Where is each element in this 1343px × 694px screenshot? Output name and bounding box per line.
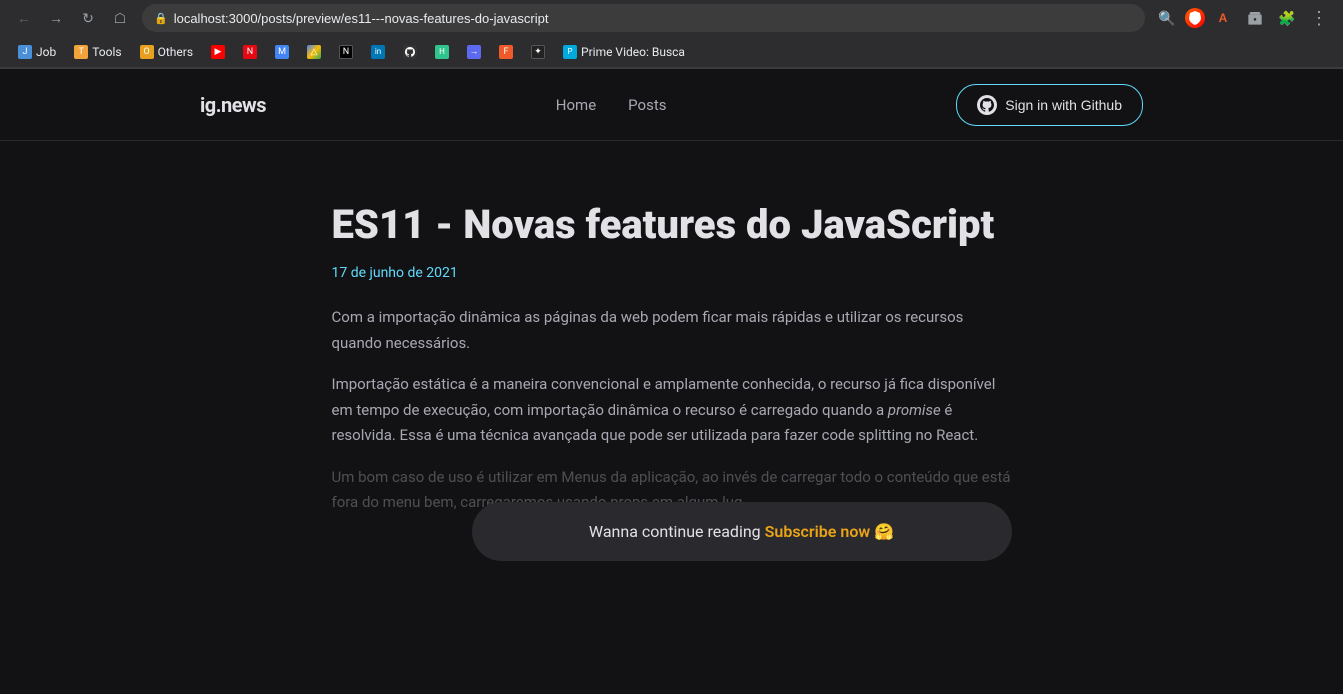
- nav-home-button[interactable]: ☖: [106, 4, 134, 32]
- bookmark-github[interactable]: [395, 42, 425, 62]
- bookmark-arrow-favicon: →: [467, 45, 481, 59]
- bookmark-youtube-favicon: ▶: [211, 45, 225, 59]
- sign-in-button[interactable]: Sign in with Github: [956, 84, 1143, 126]
- bookmark-linkedin-favicon: in: [371, 45, 385, 59]
- nav-home-link[interactable]: Home: [556, 96, 596, 114]
- subscribe-cta[interactable]: Wanna continue reading Subscribe now 🤗: [472, 502, 1012, 561]
- extensions-icon[interactable]: 🧩: [1273, 4, 1301, 32]
- bookmark-arrow[interactable]: →: [459, 42, 489, 62]
- bookmark-netflix-favicon: N: [243, 45, 257, 59]
- sign-in-label: Sign in with Github: [1005, 97, 1122, 113]
- bookmark-hoppscotch-favicon: H: [435, 45, 449, 59]
- article-date: 17 de junho de 2021: [332, 265, 1012, 281]
- browser-toolbar: ← → ↻ ☖ 🔒 🔍 A 🧩 ⋮: [0, 0, 1343, 36]
- article-paragraph-2-italic: promise: [888, 401, 941, 419]
- brave-icon: [1185, 8, 1205, 28]
- nav-reload-button[interactable]: ↻: [74, 4, 102, 32]
- github-logo-icon: [977, 95, 997, 115]
- bookmark-black[interactable]: ✦: [523, 42, 553, 62]
- nav-posts-link[interactable]: Posts: [628, 96, 666, 114]
- bookmark-feeder-favicon: F: [499, 45, 513, 59]
- bookmark-tools-favicon: T: [74, 45, 88, 59]
- bookmark-tools-label: Tools: [92, 45, 121, 59]
- bookmark-job[interactable]: J Job: [10, 42, 64, 62]
- bookmark-gmail[interactable]: M: [267, 42, 297, 62]
- bookmark-prime-favicon: P: [563, 45, 577, 59]
- bookmark-hoppscotch[interactable]: H: [427, 42, 457, 62]
- article-title: ES11 - Novas features do JavaScript: [332, 201, 1012, 249]
- app-header: ig.news Home Posts Sign in with Github: [0, 69, 1343, 141]
- app-nav: Home Posts: [556, 96, 667, 114]
- wallet-icon[interactable]: [1241, 4, 1269, 32]
- bookmark-tools[interactable]: T Tools: [66, 42, 129, 62]
- app-logo[interactable]: ig.news: [200, 93, 266, 117]
- adblock-icon[interactable]: A: [1209, 4, 1237, 32]
- bookmark-prime[interactable]: P Prime Video: Busca: [555, 42, 693, 62]
- subscribe-cta-text: Wanna continue reading: [589, 522, 765, 541]
- address-bar-container[interactable]: 🔒: [142, 4, 1145, 32]
- bookmarks-bar: J Job T Tools O Others ▶ N M △ N in: [0, 36, 1343, 68]
- search-button[interactable]: 🔍: [1153, 4, 1181, 32]
- bookmark-prime-label: Prime Video: Busca: [581, 45, 685, 59]
- article-paragraph-2: Importação estática é a maneira convenci…: [332, 372, 1012, 449]
- bookmark-job-favicon: J: [18, 45, 32, 59]
- bookmark-black-favicon: ✦: [531, 45, 545, 59]
- bookmark-gdrive-favicon: △: [307, 45, 321, 59]
- address-bar[interactable]: [174, 11, 1133, 26]
- lock-icon: 🔒: [154, 12, 168, 25]
- subscribe-emoji: 🤗: [874, 522, 894, 541]
- bookmark-others-label: Others: [158, 45, 193, 59]
- bookmark-github-favicon: [403, 45, 417, 59]
- bookmark-notion[interactable]: N: [331, 42, 361, 62]
- bookmark-gdrive[interactable]: △: [299, 42, 329, 62]
- browser-actions: 🔍 A 🧩 ⋮: [1153, 4, 1333, 32]
- bookmark-netflix[interactable]: N: [235, 42, 265, 62]
- bookmark-feeder[interactable]: F: [491, 42, 521, 62]
- page-content: ES11 - Novas features do JavaScript 17 d…: [0, 141, 1343, 694]
- menu-button[interactable]: ⋮: [1305, 4, 1333, 32]
- bookmark-linkedin[interactable]: in: [363, 42, 393, 62]
- bookmark-youtube[interactable]: ▶: [203, 42, 233, 62]
- bookmark-job-label: Job: [36, 45, 56, 59]
- nav-buttons: ← → ↻ ☖: [10, 4, 134, 32]
- nav-back-button[interactable]: ←: [10, 4, 38, 32]
- bookmark-notion-favicon: N: [339, 45, 353, 59]
- article-container: ES11 - Novas features do JavaScript 17 d…: [312, 201, 1032, 581]
- subscribe-link[interactable]: Subscribe now: [765, 522, 871, 541]
- article-paragraph-1: Com a importação dinâmica as páginas da …: [332, 305, 1012, 356]
- browser-chrome: ← → ↻ ☖ 🔒 🔍 A 🧩 ⋮: [0, 0, 1343, 69]
- bookmark-gmail-favicon: M: [275, 45, 289, 59]
- bookmark-others-favicon: O: [140, 45, 154, 59]
- nav-forward-button[interactable]: →: [42, 4, 70, 32]
- article-body: Com a importação dinâmica as páginas da …: [332, 305, 1012, 516]
- bookmark-others[interactable]: O Others: [132, 42, 201, 62]
